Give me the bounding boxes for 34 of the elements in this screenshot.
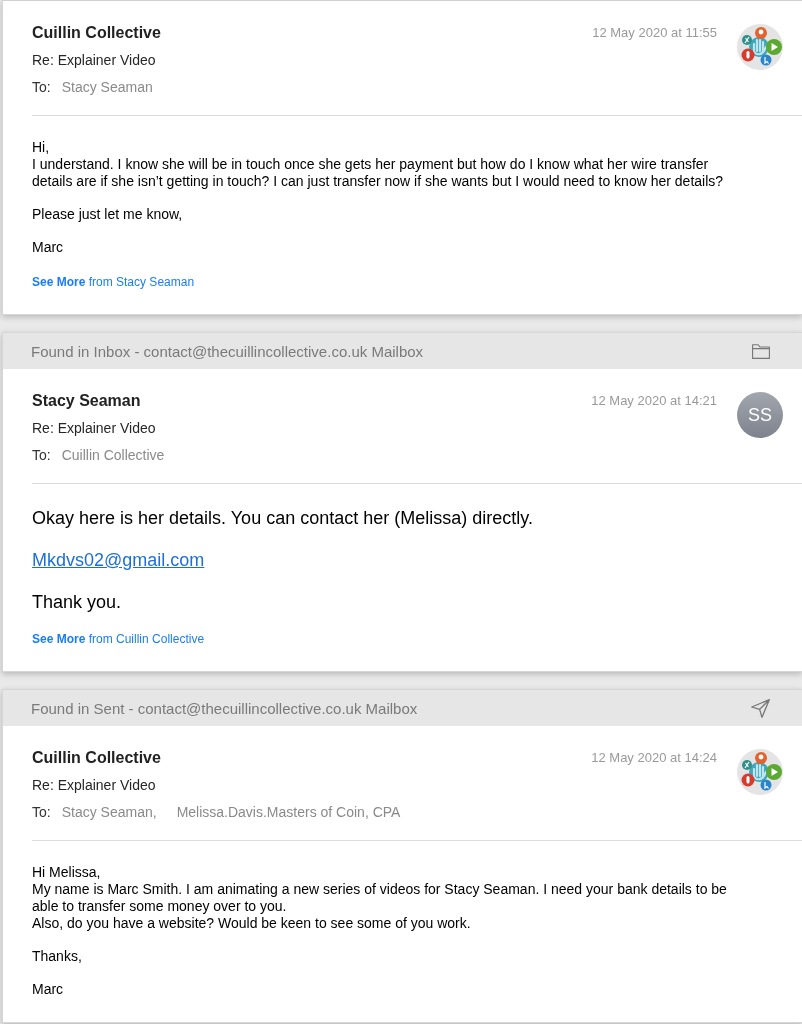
body-paragraph: Thanks, [32,948,83,965]
body-paragraph: Marc [32,981,65,998]
sender-name: Cuillin Collective [32,23,162,43]
logo-avatar-icon [737,24,783,70]
initials-avatar: SS [737,392,783,438]
subject-line: Re: Explainer Video [32,419,157,438]
message-date: 12 May 2020 at 14:21 [591,393,717,408]
found-in-label: Found in Sent - contact@thecuillincollective.co.uk Mailbox [31,699,419,717]
recipient-name: Stacy Seaman, [61,803,157,822]
subject-line: Re: Explainer Video [32,776,157,795]
recipient-name: Melissa.Davis.Masters of Coin, CPA [176,803,401,822]
to-label: To: [32,78,51,97]
sender-name: Stacy Seaman [32,391,142,411]
body-paragraph: Marc [32,239,65,256]
to-label: To: [32,446,51,465]
body-paragraph: Okay here is her details. You can contact her (Melissa) directly. [32,507,534,529]
email-link[interactable]: Mkdvs02@gmail.com [32,550,205,570]
body-paragraph: Thank you. [32,591,123,613]
message-date: 12 May 2020 at 11:55 [592,25,717,40]
logo-avatar-icon [737,749,783,795]
to-label: To: [32,803,51,822]
body-paragraph: Please just let me know, [32,206,184,223]
folder-icon [752,343,770,359]
message-date: 12 May 2020 at 14:24 [591,750,717,765]
see-more-link[interactable]: See More from Stacy Seaman [32,275,195,289]
found-in-label: Found in Inbox - contact@thecuillincollective.co.uk Mailbox [31,342,425,360]
paper-plane-icon [751,698,770,718]
recipient-name: Cuillin Collective [61,446,165,465]
body-paragraph: Hi, I understand. I know she will be in touch once she gets her payment but how do I know what her wire transfer details are if she isn’t getting in touch? I can just transfer now if she wants but I would need to know her details? [32,139,725,190]
recipient-name: Stacy Seaman [61,78,153,97]
subject-line: Re: Explainer Video [32,51,157,70]
see-more-link[interactable]: See More from Cuillin Collective [32,632,205,646]
sender-name: Cuillin Collective [32,748,162,768]
body-paragraph: Hi Melissa, My name is Marc Smith. I am animating a new series of videos for Stacy Seaman. I need your bank details to be able to transfer some money over to you. Also, do you have a website? Would be keen to see some of you work. [32,864,728,932]
